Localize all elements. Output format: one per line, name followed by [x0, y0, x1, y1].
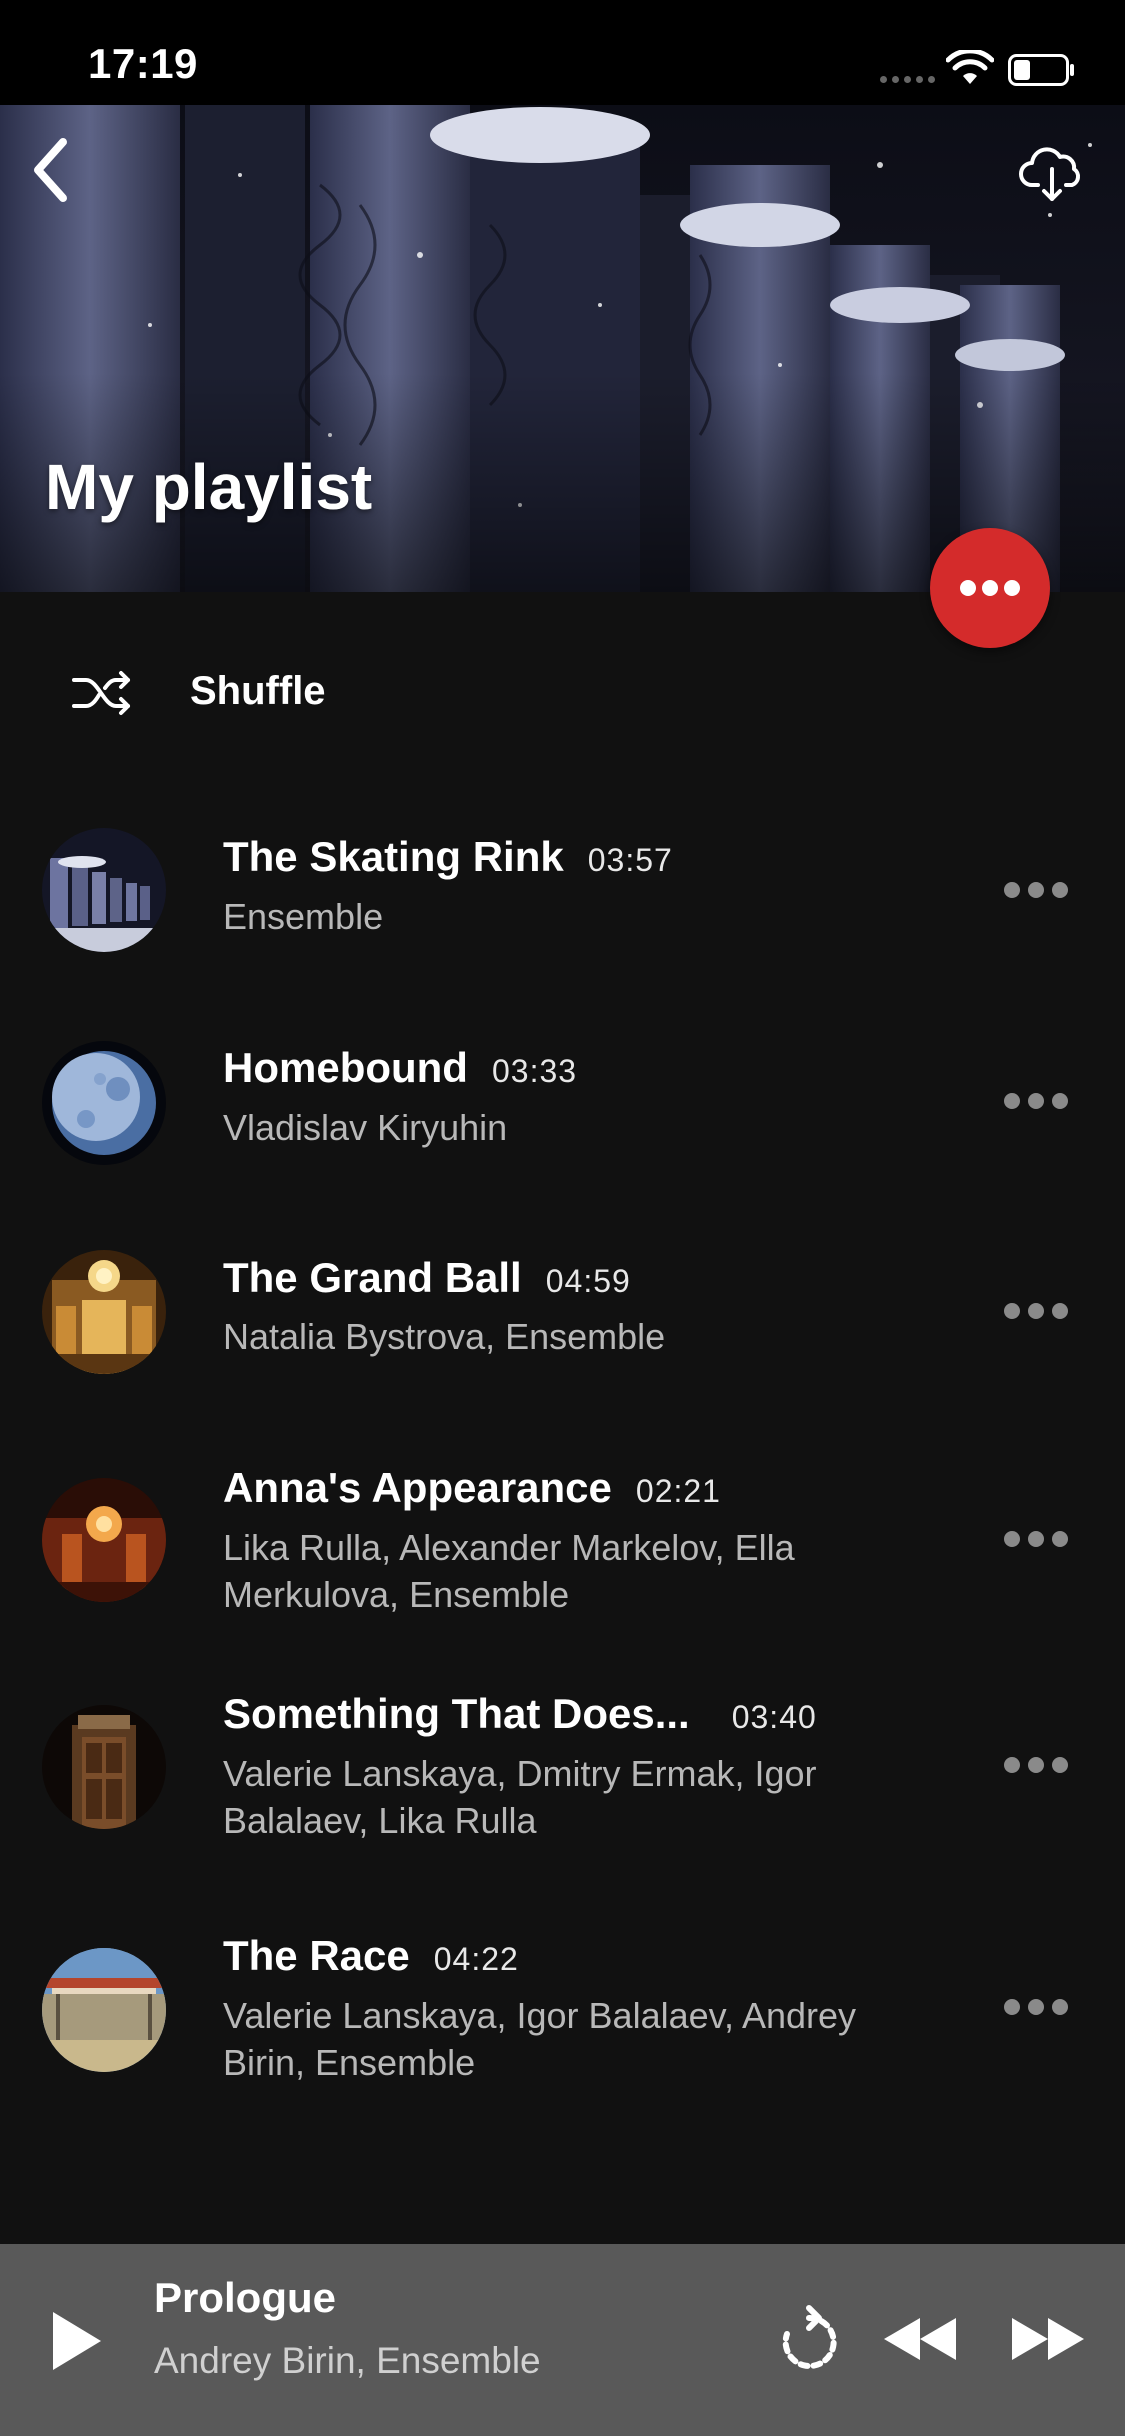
shuffle-button[interactable]: Shuffle	[0, 650, 1125, 735]
track-more-icon[interactable]	[1000, 1296, 1072, 1326]
more-icon	[960, 580, 1020, 596]
play-button[interactable]	[45, 2306, 109, 2376]
now-playing-title: Prologue	[154, 2274, 337, 2321]
track-more-icon[interactable]	[1000, 1992, 1072, 2022]
track-artwork	[42, 1250, 166, 1374]
track-more-icon[interactable]	[1000, 1086, 1072, 1116]
track-more-icon[interactable]	[1000, 1750, 1072, 1780]
track-title: Something That Does...	[223, 1690, 690, 1737]
track-duration: 03:57	[587, 842, 673, 878]
track-artwork	[42, 1705, 166, 1829]
replay-icon	[782, 2305, 837, 2369]
track-artwork	[42, 1041, 166, 1165]
track-artwork	[42, 1478, 166, 1602]
cloud-download-icon	[1019, 147, 1080, 201]
track-more-icon[interactable]	[1000, 1524, 1072, 1554]
fast-forward-button[interactable]	[1008, 2314, 1088, 2364]
status-time: 17:19	[88, 40, 198, 87]
play-icon	[53, 2312, 101, 2370]
track-artists: Vladislav Kiryuhin	[223, 1107, 508, 1148]
track-duration: 04:22	[433, 1941, 519, 1977]
track-artists: Valerie Lanskaya, Dmitry Ermak, Igor Bal…	[223, 1753, 817, 1841]
shuffle-label: Shuffle	[190, 669, 326, 713]
track-title: Anna's Appearance	[223, 1464, 612, 1511]
track-duration: 04:59	[545, 1263, 631, 1299]
track-artwork	[42, 828, 166, 952]
playlist-options-button[interactable]	[930, 528, 1050, 648]
battery-icon	[1008, 54, 1074, 86]
track-duration: 03:40	[731, 1699, 817, 1735]
rewind-button[interactable]	[880, 2314, 960, 2364]
replay-button[interactable]	[775, 2304, 843, 2376]
track-title: Homebound	[223, 1044, 468, 1091]
track-title: The Grand Ball	[223, 1254, 522, 1301]
track-title: The Skating Rink	[223, 833, 564, 880]
page-title: My playlist	[45, 451, 373, 523]
track-artists: Lika Rulla, Alexander Markelov, Ella Mer…	[223, 1527, 795, 1615]
wifi-icon	[946, 50, 994, 84]
track-artists: Ensemble	[223, 896, 384, 937]
track-artists: Natalia Bystrova, Ensemble	[223, 1316, 666, 1357]
back-icon	[34, 138, 67, 202]
mini-player[interactable]: Prologue Andrey Birin, Ensemble	[0, 2244, 1125, 2436]
status-bar: 17:19	[0, 0, 1125, 105]
track-artists: Valerie Lanskaya, Igor Balalaev, Andrey …	[223, 1995, 857, 2083]
track-more-icon[interactable]	[1000, 875, 1072, 905]
playlist-screen: 17:19 My playlist Shuffle The Skating Ri…	[0, 0, 1125, 2436]
track-duration: 03:33	[491, 1053, 578, 1089]
download-button[interactable]	[1018, 145, 1088, 205]
shuffle-icon	[72, 671, 130, 715]
fast-forward-icon	[1012, 2318, 1084, 2360]
track-duration: 02:21	[635, 1473, 721, 1509]
now-playing-artists: Andrey Birin, Ensemble	[154, 2340, 541, 2381]
track-artwork	[42, 1948, 166, 2072]
back-button[interactable]	[18, 130, 88, 210]
signal-icon	[880, 76, 935, 86]
track-title: The Race	[223, 1932, 410, 1979]
rewind-icon	[884, 2318, 956, 2360]
